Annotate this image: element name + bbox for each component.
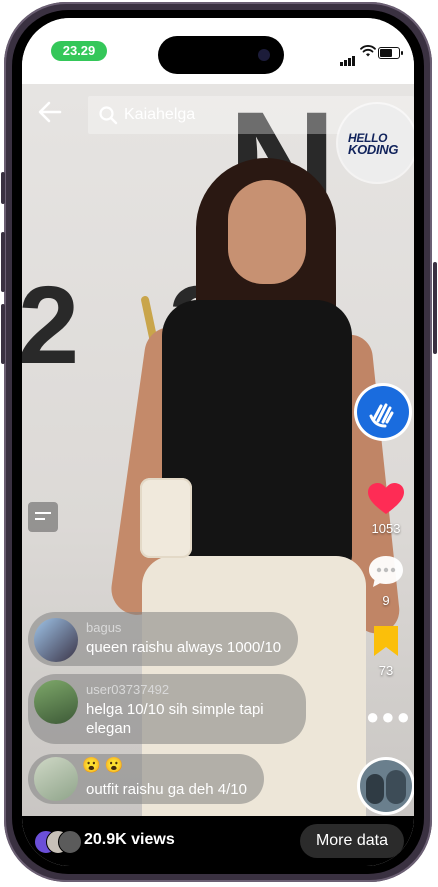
camera-dot <box>258 49 270 61</box>
status-bar: 23.29 <box>22 18 414 84</box>
reaction-emojis: 😮 😮 <box>82 757 124 774</box>
heart-icon <box>368 483 404 514</box>
handbag <box>140 478 192 558</box>
search-query: Kaiahelga <box>124 106 196 123</box>
caption-icon[interactable] <box>28 502 58 532</box>
save-button[interactable]: 73 <box>366 624 406 678</box>
volume-up-button <box>1 232 5 292</box>
comment-text: queen raishu always 1000/10 <box>86 639 282 656</box>
like-button[interactable]: 1053 <box>366 482 406 536</box>
comment-button[interactable]: 9 <box>366 554 406 608</box>
avatar[interactable] <box>34 757 78 801</box>
back-arrow-icon[interactable] <box>36 98 64 126</box>
comment-icon <box>369 556 403 587</box>
mute-switch <box>1 172 5 204</box>
wave-hand-icon[interactable] <box>357 386 409 438</box>
volume-down-button <box>1 304 5 364</box>
like-count: 1053 <box>371 521 401 536</box>
person-face <box>228 180 306 284</box>
bookmark-icon <box>374 626 398 656</box>
more-icon[interactable]: ●●● <box>366 704 412 730</box>
comment-text-line2: elegan <box>86 720 132 737</box>
comment-count: 9 <box>382 593 390 608</box>
dynamic-island <box>158 36 284 74</box>
save-count: 73 <box>378 663 394 678</box>
avatar <box>58 830 82 854</box>
power-button <box>433 262 437 354</box>
comment-item: bagus queen raishu always 1000/10 <box>28 612 298 666</box>
status-time: 23.29 <box>51 41 107 61</box>
more-data-button[interactable]: More data <box>299 824 404 858</box>
music-disc[interactable] <box>360 760 412 812</box>
comment-user[interactable]: bagus <box>86 620 121 635</box>
avatar[interactable] <box>34 618 78 662</box>
avatar[interactable] <box>34 680 78 724</box>
comment-text-line1: helga 10/10 sih simple tapi <box>86 701 264 718</box>
wifi-icon <box>360 45 376 57</box>
view-count: 20.9K views <box>84 831 175 848</box>
signal-icon <box>340 48 356 66</box>
search-icon <box>99 106 118 125</box>
battery-icon <box>378 47 403 59</box>
brand-logo: HELLO KODING <box>338 104 414 182</box>
comment-user[interactable]: user03737492 <box>86 682 169 697</box>
bottom-bar: 20.9K views More data <box>22 816 414 866</box>
comment-item: 😮 😮 outfit raishu ga deh 4/10 <box>28 754 264 804</box>
logo-line2: KODING <box>348 142 399 157</box>
wave-hand-glyph <box>369 403 394 428</box>
comment-item: user03737492 helga 10/10 sih simple tapi… <box>28 674 306 744</box>
video-player[interactable]: N 23 Kaiahelga HELLO KODING <box>22 84 414 816</box>
screen: 23.29 N 23 Kaiah <box>22 18 414 866</box>
comment-text: outfit raishu ga deh 4/10 <box>86 781 247 798</box>
